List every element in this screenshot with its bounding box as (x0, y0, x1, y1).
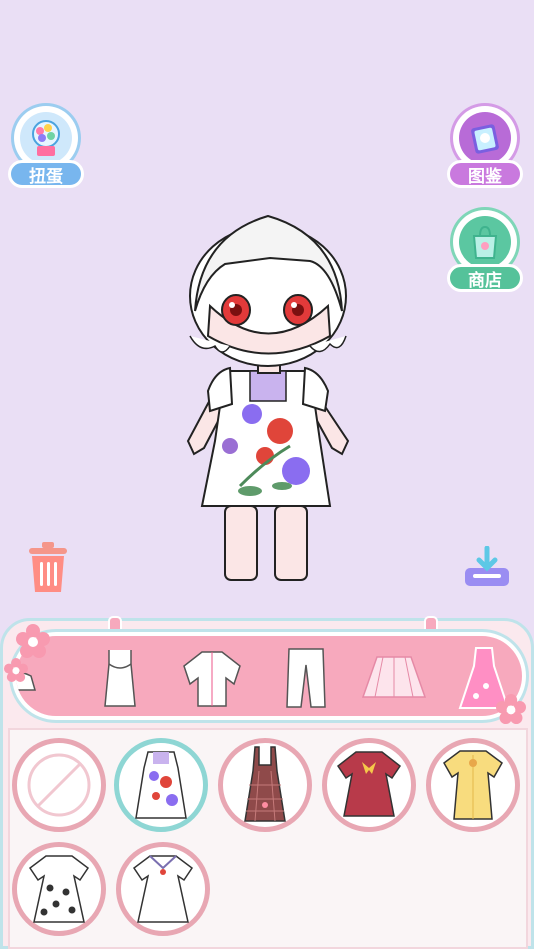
flower-decoration-icon (496, 694, 526, 729)
item-slot-red-ruffle-dress[interactable] (322, 738, 416, 832)
flower-decoration-icon (4, 658, 28, 687)
download-save-icon[interactable] (463, 545, 511, 588)
gacha-label: 扭蛋 (8, 160, 84, 188)
item-slot-floral-dress[interactable] (114, 738, 208, 832)
item-slot-white-sailor-dress[interactable] (116, 842, 210, 936)
red-ruffle-dress-icon (336, 751, 402, 817)
item-slot-yellow-dress[interactable] (426, 738, 520, 832)
shirt-icon[interactable] (176, 646, 248, 710)
skirt-icon[interactable] (358, 646, 430, 710)
item-slot-polka-dot-dress[interactable] (12, 842, 106, 936)
item-slot-plaid-pinafore[interactable] (218, 738, 312, 832)
none-icon (27, 753, 91, 817)
album-label: 图鉴 (447, 160, 523, 188)
album-button[interactable]: 图鉴 (447, 106, 523, 192)
album-book-icon (459, 112, 511, 164)
tank-top-icon[interactable] (84, 646, 156, 710)
shopping-bag-icon (459, 216, 511, 268)
polka-dot-dress-icon (28, 855, 90, 923)
floral-dress-icon (135, 751, 187, 819)
shop-label: 商店 (447, 264, 523, 292)
gacha-machine-icon (20, 112, 72, 164)
white-sailor-dress-icon (132, 855, 194, 923)
yellow-dress-icon (443, 750, 503, 820)
item-slot-none[interactable] (12, 738, 106, 832)
character-avatar[interactable] (170, 186, 370, 586)
gacha-button[interactable]: 扭蛋 (8, 106, 84, 192)
category-tab-bar (12, 632, 526, 720)
plaid-pinafore-icon (244, 746, 286, 822)
pants-icon[interactable] (270, 646, 342, 710)
shop-button[interactable]: 商店 (447, 210, 523, 296)
trash-icon[interactable] (25, 540, 71, 594)
